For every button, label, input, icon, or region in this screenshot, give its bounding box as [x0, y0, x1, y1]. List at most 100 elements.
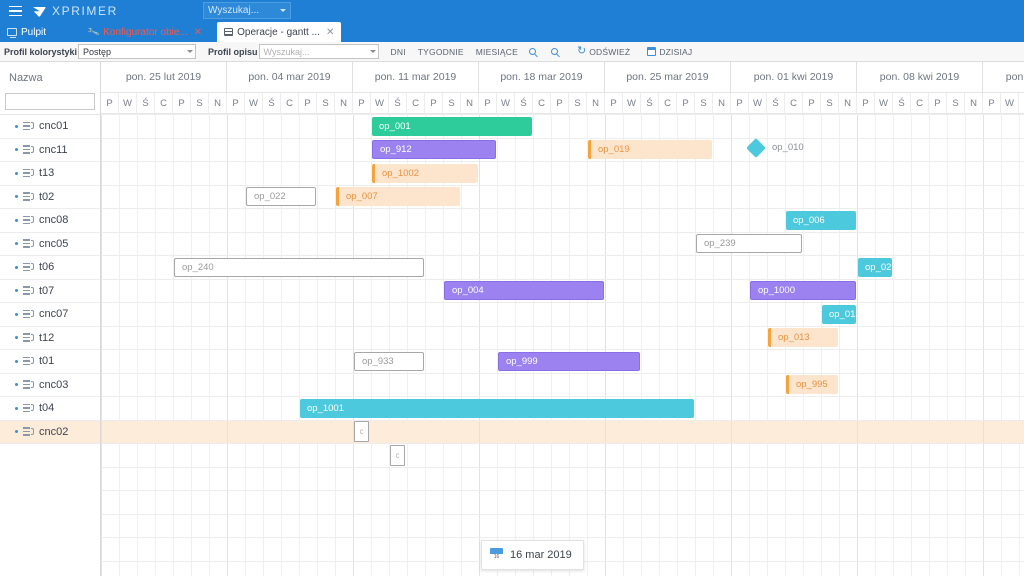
tab-pulpit[interactable]: Pulpit — [0, 22, 53, 42]
global-search-input[interactable]: Wyszukaj... — [203, 2, 291, 19]
gantt-bar-label: op_022 — [254, 191, 286, 202]
day-header-cell: C — [155, 93, 173, 114]
grid-line-vertical — [101, 114, 102, 576]
day-header-cell: S — [569, 93, 587, 114]
grid-line-horizontal — [101, 466, 1024, 468]
resource-row-cnc05[interactable]: cnc05 — [0, 233, 100, 256]
gantt-bar-op_001[interactable]: op_001 — [372, 116, 532, 136]
zoom-out-icon[interactable] — [541, 48, 563, 55]
zoom-in-icon[interactable] — [524, 48, 541, 55]
resource-row-t07[interactable]: t07 — [0, 280, 100, 303]
tab-operacje-gantt-close-icon[interactable]: ✕ — [326, 27, 334, 38]
gantt-bar-c[interactable]: c — [390, 444, 405, 466]
monitor-icon — [7, 28, 17, 38]
day-header-cell: Ś — [767, 93, 785, 114]
app-header: XPRIMER Wyszukaj... — [0, 0, 1024, 22]
tab-konfigurator[interactable]: 🔧 Konfigurator obie... ✕ — [81, 22, 209, 42]
grid-line-vertical — [137, 114, 138, 576]
scale-months-button[interactable]: MIESIĄCE — [470, 47, 524, 57]
scale-days-button[interactable]: DNI — [385, 47, 412, 57]
grid-line-vertical — [389, 114, 390, 576]
gantt-bar-op_1002[interactable]: op_1002 — [372, 163, 478, 183]
today-button[interactable]: DZISIAJ — [635, 47, 697, 57]
grid-line-vertical — [641, 114, 642, 576]
tab-konfigurator-label: Konfigurator obie... — [103, 26, 188, 38]
gantt-bar-op_995[interactable]: op_995 — [786, 375, 838, 394]
day-header-cell: S — [317, 93, 335, 114]
resource-row-label: cnc07 — [39, 308, 69, 321]
day-header-cell: S — [443, 93, 461, 114]
gantt-bar-op_1001[interactable]: op_1001 — [300, 398, 694, 418]
grid-line-horizontal — [101, 278, 1024, 280]
day-header-cell: W — [119, 93, 137, 114]
tab-operacje-gantt[interactable]: Operacje - gantt ... ✕ — [217, 22, 342, 42]
resource-row-label: cnc08 — [39, 214, 69, 227]
resource-row-t06[interactable]: t06 — [0, 256, 100, 280]
grid-line-horizontal — [101, 302, 1024, 303]
day-header-cell: P — [677, 93, 695, 114]
gantt-milestone-op_010[interactable]: op_010 — [746, 137, 804, 158]
hamburger-icon[interactable] — [0, 0, 30, 22]
timeline-chart-body[interactable]: op_001 op_912 op_019 op_1002 op_022 op_007 op_… — [101, 114, 1024, 576]
gantt-bar-label: c — [359, 427, 364, 436]
resource-row-cnc11[interactable]: cnc11 — [0, 139, 100, 162]
grid-line-vertical — [263, 114, 264, 576]
color-profile-select[interactable]: Postęp — [78, 44, 197, 59]
resource-row-t02[interactable]: t02 — [0, 186, 100, 209]
resource-row-cnc03[interactable]: cnc03 — [0, 374, 100, 397]
gantt-bar-op_012[interactable]: op_012 — [822, 304, 856, 324]
resource-row-cnc02[interactable]: cnc02 — [0, 420, 100, 444]
day-header-cell: Ś — [137, 93, 155, 114]
name-filter-input[interactable] — [5, 93, 95, 110]
gantt-bar-op_022[interactable]: op_022 — [246, 187, 316, 206]
day-header-cell: Ś — [389, 93, 407, 114]
gantt-bar-label: op_240 — [182, 261, 214, 273]
scale-weeks-button[interactable]: TYGODNIE — [412, 47, 470, 57]
chevron-down-icon — [187, 50, 194, 53]
gantt-bar-op_1000[interactable]: op_1000 — [750, 281, 856, 300]
resource-row-t13[interactable]: t13 — [0, 162, 100, 186]
resource-row-cnc01[interactable]: cnc01 — [0, 115, 100, 139]
resource-row-t01[interactable]: t01 — [0, 350, 100, 374]
grid-line-vertical — [209, 114, 210, 576]
grid-line-vertical — [353, 114, 354, 576]
desc-profile-placeholder: Wyszukaj... — [263, 46, 310, 57]
refresh-label: ODŚWIEŻ — [589, 46, 631, 57]
gantt-bar-op_02[interactable]: op_02 — [858, 257, 892, 277]
gantt-bar-op_019[interactable]: op_019 — [588, 140, 712, 159]
gantt-bar-c[interactable]: c — [354, 421, 369, 442]
gantt-bar-op_239[interactable]: op_239 — [696, 234, 802, 253]
gantt-bar-op_240[interactable]: op_240 — [174, 257, 424, 277]
gantt-bar-op_933[interactable]: op_933 — [354, 351, 424, 371]
gantt-bar-op_007[interactable]: op_007 — [336, 187, 460, 206]
desc-profile-select[interactable]: Wyszukaj... — [258, 44, 379, 59]
gantt-bar-op_004[interactable]: op_004 — [444, 281, 604, 300]
resource-row-t04[interactable]: t04 — [0, 397, 100, 421]
resource-row-t12[interactable]: t12 — [0, 327, 100, 350]
gantt-bar-label: op_013 — [778, 332, 810, 343]
resource-row-cnc08[interactable]: cnc08 — [0, 209, 100, 233]
gantt-area: Nazwa cnc01 cnc11 t13 t02 cnc08 cnc05 t06 t07 cn… — [0, 62, 1024, 576]
day-header-cell: W — [497, 93, 515, 114]
gantt-bar-label: op_1000 — [758, 285, 795, 296]
grid-line-vertical — [191, 114, 192, 576]
resource-icon — [23, 192, 34, 202]
gantt-bar-label: op_006 — [793, 214, 825, 226]
resource-row-label: t04 — [39, 402, 55, 415]
grid-line-horizontal — [101, 208, 1024, 209]
day-header-cell: C — [533, 93, 551, 114]
gantt-bar-op_999[interactable]: op_999 — [498, 351, 640, 371]
grid-line-vertical — [875, 114, 876, 576]
day-header-cell: N — [209, 93, 227, 114]
gantt-bar-op_013[interactable]: op_013 — [768, 328, 838, 347]
resource-row-cnc07[interactable]: cnc07 — [0, 303, 100, 327]
day-header-cell: W — [623, 93, 641, 114]
gantt-bar-op_006[interactable]: op_006 — [786, 210, 856, 230]
grid-line-vertical — [479, 114, 480, 576]
tab-konfigurator-close-icon[interactable]: ✕ — [194, 27, 202, 38]
refresh-button[interactable]: ↻ ODŚWIEŻ — [563, 46, 635, 57]
day-header-cell: C — [785, 93, 803, 114]
brand-name: XPRIMER — [52, 4, 118, 18]
resource-row-label: t12 — [39, 331, 55, 344]
gantt-bar-op_912[interactable]: op_912 — [372, 140, 496, 159]
